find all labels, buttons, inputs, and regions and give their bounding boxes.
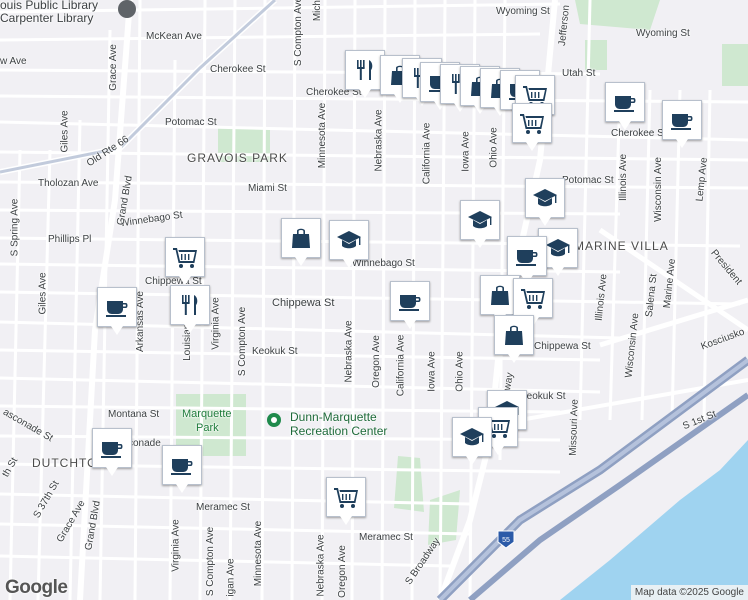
street-s-spring: S Spring Ave: [9, 198, 21, 257]
map-attribution[interactable]: Map data ©2025 Google: [630, 585, 748, 600]
cafe-icon: [98, 434, 126, 462]
street-michigan-n: Michi: [312, 0, 324, 22]
map-marker-grocery-cart[interactable]: [512, 103, 552, 151]
street-iowa-c: Iowa Ave: [426, 351, 438, 392]
street-potomac-w: Potomac St: [165, 117, 217, 128]
street-giles-s: Giles Ave: [37, 272, 49, 315]
street-montana: Montana St: [108, 409, 160, 420]
map-marker-grocery-cart[interactable]: [513, 278, 553, 326]
street-mckean: McKean Ave: [146, 31, 202, 42]
shopping-bag-icon: [500, 321, 528, 349]
map-marker-cafe[interactable]: [507, 236, 547, 284]
shopping-bag-icon: [287, 224, 315, 252]
street-virginia-s: Virginia Ave: [170, 519, 182, 572]
restaurant-icon: [351, 56, 379, 84]
restaurant-icon: [176, 291, 204, 319]
street-s-compton-n: S Compton Ave: [293, 0, 305, 67]
street-s-compton-c: S Compton Ave: [237, 306, 249, 377]
neighborhood-gravois-park: GRAVOIS PARK: [187, 151, 288, 165]
neighborhood-marine-villa: MARINE VILLA: [574, 239, 669, 253]
street-oregon-s: Oregon Ave: [336, 545, 348, 598]
street-keokuk-w: Keokuk St: [252, 346, 298, 357]
street-minnesota-s: Minnesota Ave: [253, 520, 265, 587]
shopping-bag-icon: [486, 281, 514, 309]
street-ohio-c: Ohio Ave: [454, 351, 466, 392]
street-wyoming-n: Wyoming St: [496, 6, 550, 17]
street-potomac-e: Potomac St: [562, 175, 614, 186]
google-logo[interactable]: Google: [5, 577, 68, 599]
poi-label-1[interactable]: Dunn-Marquette: [290, 410, 377, 424]
map-marker-restaurant[interactable]: [345, 50, 385, 98]
street-nebraska-s: Nebraska Ave: [315, 534, 327, 597]
library-label-2[interactable]: Carpenter Library: [0, 11, 93, 25]
street-missouri: Missouri Ave: [567, 399, 581, 456]
grocery-cart-icon: [171, 243, 199, 271]
recreation-center-pin-icon[interactable]: [267, 413, 281, 427]
street-michigan-s: igan Ave: [225, 558, 237, 597]
street-utah: Utah St: [562, 68, 596, 79]
map-marker-school[interactable]: [452, 417, 492, 465]
map-marker-cafe[interactable]: [662, 100, 702, 148]
park-label-1[interactable]: Marquette: [182, 408, 232, 420]
street-meramec-e: Meramec St: [359, 532, 413, 543]
street-cherokee-w: Cherokee St: [210, 64, 266, 75]
school-icon: [466, 206, 494, 234]
grocery-cart-icon: [519, 284, 547, 312]
library-icon[interactable]: [118, 0, 136, 18]
map-marker-grocery-cart[interactable]: [165, 237, 205, 285]
street-oregon-c: Oregon Ave: [370, 335, 382, 388]
neighborhood-dutchtown: DUTCHTO: [32, 456, 98, 470]
street-nebraska-n: Nebraska Ave: [373, 109, 385, 172]
street-wisconsin-n: Wisconsin Ave: [652, 157, 664, 222]
map-marker-grocery-cart[interactable]: [326, 477, 366, 525]
map-marker-restaurant[interactable]: [170, 285, 210, 333]
map-marker-cafe[interactable]: [605, 82, 645, 130]
street-wyoming-e: Wyoming St: [636, 28, 690, 39]
street-grace-n: Grace Ave: [107, 44, 119, 91]
street-california-c: California Ave: [395, 334, 407, 397]
street-gasconade-2: conade: [128, 438, 161, 449]
street-ohio-n: Ohio Ave: [488, 127, 500, 168]
street-virginia-n: Virginia Ave: [210, 297, 222, 350]
grocery-cart-icon: [332, 483, 360, 511]
street-s-compton-s: S Compton Ave: [205, 526, 217, 597]
street-illinois-n: Illinois Ave: [618, 153, 630, 202]
map-marker-cafe[interactable]: [97, 287, 137, 335]
map-marker-shopping-bag[interactable]: [494, 315, 534, 363]
map-marker-cafe[interactable]: [390, 281, 430, 329]
cafe-icon: [513, 242, 541, 270]
school-icon: [335, 226, 363, 254]
street-phillips: Phillips Pl: [48, 234, 92, 245]
cafe-icon: [611, 88, 639, 116]
map-marker-shopping-bag[interactable]: [281, 218, 321, 266]
school-icon: [544, 234, 572, 262]
poi-label-2[interactable]: Recreation Center: [290, 424, 387, 438]
cafe-icon: [396, 287, 424, 315]
street-w-ave: w Ave: [0, 56, 27, 67]
cafe-icon: [168, 451, 196, 479]
school-icon: [458, 423, 486, 451]
grocery-cart-icon: [518, 109, 546, 137]
street-chippewa-c: Chippewa St: [272, 297, 335, 309]
street-minnesota-n: Minnesota Ave: [317, 102, 329, 169]
street-miami: Miami St: [248, 183, 287, 194]
street-meramec-w: Meramec St: [196, 502, 250, 513]
map-marker-school[interactable]: [460, 200, 500, 248]
map-marker-school[interactable]: [525, 178, 565, 226]
i55-shield-label: 55: [502, 537, 510, 544]
street-chippewa-e: Chippewa St: [534, 341, 591, 352]
street-giles-n: Giles Ave: [59, 110, 71, 153]
street-tholozan: Tholozan Ave: [38, 178, 99, 189]
map-marker-cafe[interactable]: [162, 445, 202, 493]
school-icon: [531, 184, 559, 212]
street-iowa-n: Iowa Ave: [460, 131, 472, 172]
park-label-2[interactable]: Park: [196, 422, 219, 434]
cafe-icon: [103, 293, 131, 321]
map-marker-cafe[interactable]: [92, 428, 132, 476]
cafe-icon: [668, 106, 696, 134]
street-nebraska-c: Nebraska Ave: [343, 320, 355, 383]
street-california-n: California Ave: [421, 122, 433, 185]
map-marker-school[interactable]: [329, 220, 369, 268]
